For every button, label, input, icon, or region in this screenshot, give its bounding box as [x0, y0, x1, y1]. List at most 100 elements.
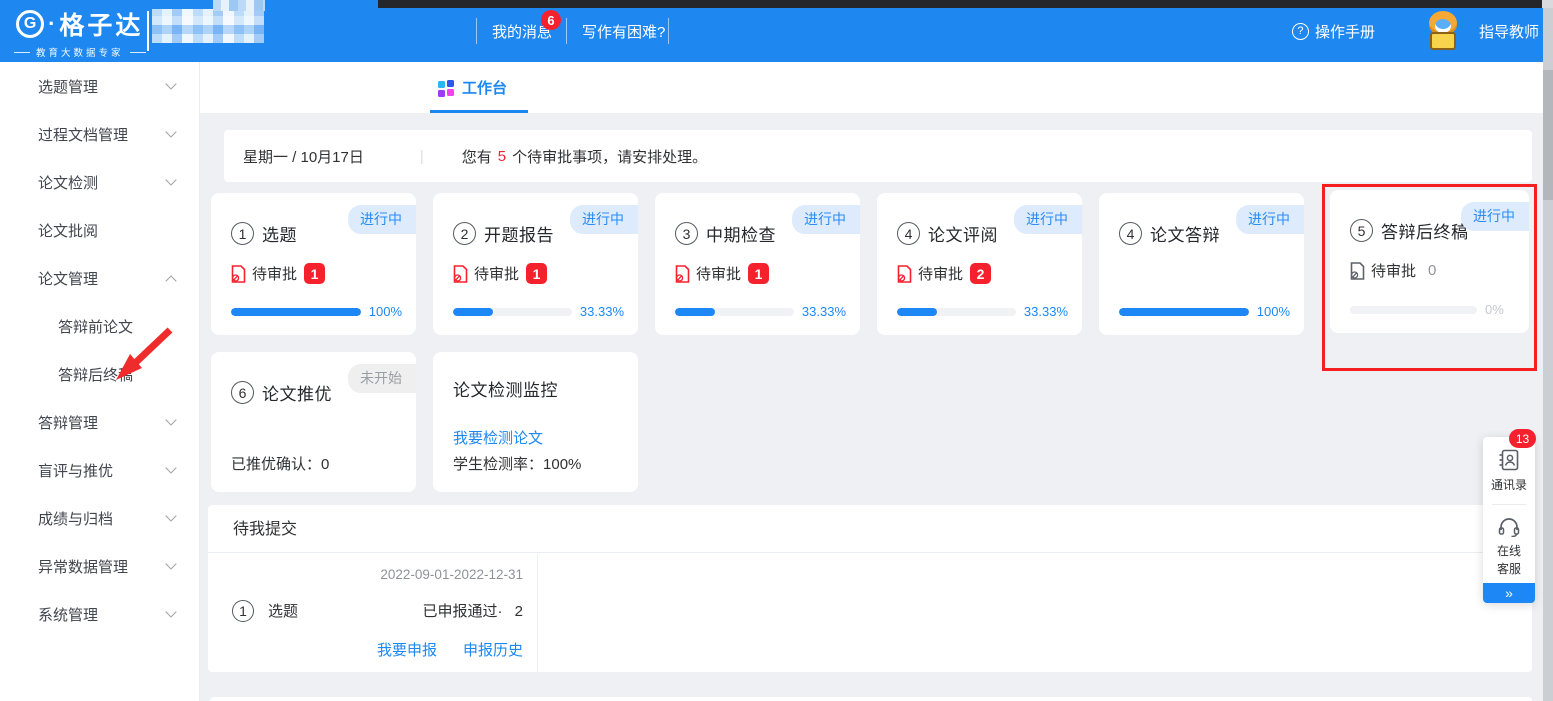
sidebar-item-defense-management[interactable]: 答辩管理: [0, 398, 199, 446]
approval-count-badge: 2: [970, 263, 991, 284]
scrollbar-corner: [1542, 0, 1553, 8]
status-badge: 进行中: [1014, 205, 1082, 234]
stage-card-promotion: 未开始 6 论文推优 已推优确认：0: [211, 352, 416, 492]
pending-approval-link[interactable]: 待审批 1: [675, 263, 844, 284]
card-title: 选题: [262, 221, 297, 246]
greeting-post: 个待审批事项，请安排处理。: [512, 146, 707, 167]
pending-approval-link[interactable]: 待审批 0: [1350, 260, 1513, 281]
widget-divider: [1492, 504, 1526, 505]
greeting-bar: 星期一 / 10月17日 | 您有 5 个待审批事项，请安排处理。: [224, 130, 1532, 182]
logo-dot: ·: [48, 11, 55, 37]
todo-date-range: 2022-09-01-2022-12-31: [232, 567, 523, 582]
step-number: 2: [453, 222, 476, 245]
card-title: 论文评阅: [928, 221, 998, 246]
teacher-role-label[interactable]: 指导教师: [1479, 21, 1539, 42]
online-service-label-line1[interactable]: 在线: [1497, 542, 1521, 559]
sidebar-item-system-management[interactable]: 系统管理: [0, 590, 199, 638]
step-number: 4: [1119, 222, 1142, 245]
contacts-label[interactable]: 通讯录: [1491, 476, 1527, 493]
step-number: 3: [675, 222, 698, 245]
document-approve-icon: [897, 265, 912, 283]
progress-percent: 33.33%: [1024, 304, 1068, 319]
todo-item-title: 选题: [268, 600, 298, 621]
manual-link[interactable]: ? 操作手册: [1292, 21, 1375, 42]
promotion-confirm-label: 已推优确认：: [231, 456, 321, 473]
nav-divider: [476, 18, 477, 44]
step-number: 1: [232, 600, 254, 622]
chevron-down-icon: [165, 462, 176, 473]
header-divider: [147, 11, 149, 51]
document-approve-icon: [453, 265, 468, 283]
messages-count-badge: 6: [541, 10, 561, 30]
card-title: 论文检测监控: [453, 376, 558, 401]
sidebar-item-grades-archive[interactable]: 成绩与归档: [0, 494, 199, 542]
progress-percent: 33.33%: [580, 304, 624, 319]
nav-divider: [668, 18, 669, 44]
widget-collapse-button[interactable]: »: [1483, 583, 1535, 603]
step-number: 5: [1350, 219, 1373, 242]
apply-history-link[interactable]: 申报历史: [463, 639, 523, 660]
pending-approval-link[interactable]: 待审批 1: [453, 263, 622, 284]
nav-divider: [566, 18, 567, 44]
detection-rate-label: 学生检测率：: [453, 456, 543, 473]
sidebar-item-process-docs[interactable]: 过程文档管理: [0, 110, 199, 158]
status-badge: 进行中: [570, 205, 638, 234]
brand-tagline: 教育大数据专家: [36, 45, 124, 59]
window-edge-strip: [378, 0, 1542, 8]
sidebar-item-thesis-management[interactable]: 论文管理: [0, 254, 199, 302]
widget-count-badge: 13: [1509, 429, 1536, 448]
sidebar-item-thesis-review[interactable]: 论文批阅: [0, 206, 199, 254]
progress-percent: 33.33%: [802, 304, 846, 319]
stage-card-proposal: 进行中 2 开题报告 待审批 1 33.33%: [433, 193, 638, 335]
approval-count: 0: [1428, 262, 1436, 279]
stage-card-defense: 进行中 4 论文答辩 100%: [1099, 193, 1304, 335]
pending-approval-link[interactable]: 待审批 2: [897, 263, 1066, 284]
check-thesis-link[interactable]: 我要检测论文: [453, 430, 543, 447]
pending-count: 5: [498, 148, 506, 165]
passed-label: 已申报通过·: [422, 603, 502, 620]
approval-count-badge: 1: [304, 263, 325, 284]
online-service-label-line2[interactable]: 客服: [1497, 560, 1521, 577]
chevron-down-icon: [165, 126, 176, 137]
apply-link[interactable]: 我要申报: [377, 639, 437, 660]
greeting-pre: 您有: [462, 146, 492, 167]
headset-icon[interactable]: [1498, 517, 1520, 537]
card-title: 论文答辩: [1150, 221, 1220, 246]
greeting-divider: |: [420, 148, 424, 165]
todo-panel-title: 待我提交: [208, 505, 1532, 553]
todo-submit-panel: 待我提交 2022-09-01-2022-12-31 1 选题 已申报通过· 2…: [208, 505, 1532, 672]
sidebar-item-abnormal-data[interactable]: 异常数据管理: [0, 542, 199, 590]
stage-card-midterm: 进行中 3 中期检查 待审批 1 33.33%: [655, 193, 860, 335]
annotation-red-arrow: [108, 322, 180, 386]
progress-track: [231, 308, 361, 316]
sidebar-item-thesis-check[interactable]: 论文检测: [0, 158, 199, 206]
progress-track: [897, 308, 1016, 316]
progress-track: [453, 308, 572, 316]
progress-track: [675, 308, 794, 316]
card-title: 答辩后终稿: [1381, 218, 1469, 243]
approval-count-badge: 1: [526, 263, 547, 284]
status-badge: 进行中: [348, 205, 416, 234]
sidebar-item-blind-review[interactable]: 盲评与推优: [0, 446, 199, 494]
card-title: 中期检查: [706, 221, 776, 246]
tab-bar: 工作台: [200, 62, 1553, 113]
chevron-down-icon: [165, 558, 176, 569]
nav-writing-help[interactable]: 写作有困难?: [582, 21, 665, 42]
contacts-book-icon[interactable]: [1498, 449, 1520, 471]
step-number: 4: [897, 222, 920, 245]
mascot-avatar: [1425, 11, 1461, 51]
pending-approval-link[interactable]: 待审批 1: [231, 263, 400, 284]
sidebar-item-topic-management[interactable]: 选题管理: [0, 62, 199, 110]
next-panel-edge: [210, 697, 1532, 701]
logo-g-icon: G: [16, 10, 44, 38]
question-circle-icon: ?: [1292, 23, 1309, 40]
document-approve-icon: [675, 265, 690, 283]
scrollbar-thumb[interactable]: [1543, 70, 1553, 200]
redacted-school-name-top: [213, 0, 265, 11]
date-label: 星期一 / 10月17日: [243, 146, 364, 167]
approval-count-badge: 1: [748, 263, 769, 284]
tab-workbench[interactable]: 工作台: [438, 77, 507, 98]
active-tab-underline: [430, 110, 528, 113]
progress-percent: 0%: [1485, 302, 1515, 317]
top-header: G · 格子达 教育大数据专家 我的消息 6 写作有困难? ? 操作手册 指导教…: [0, 0, 1553, 62]
